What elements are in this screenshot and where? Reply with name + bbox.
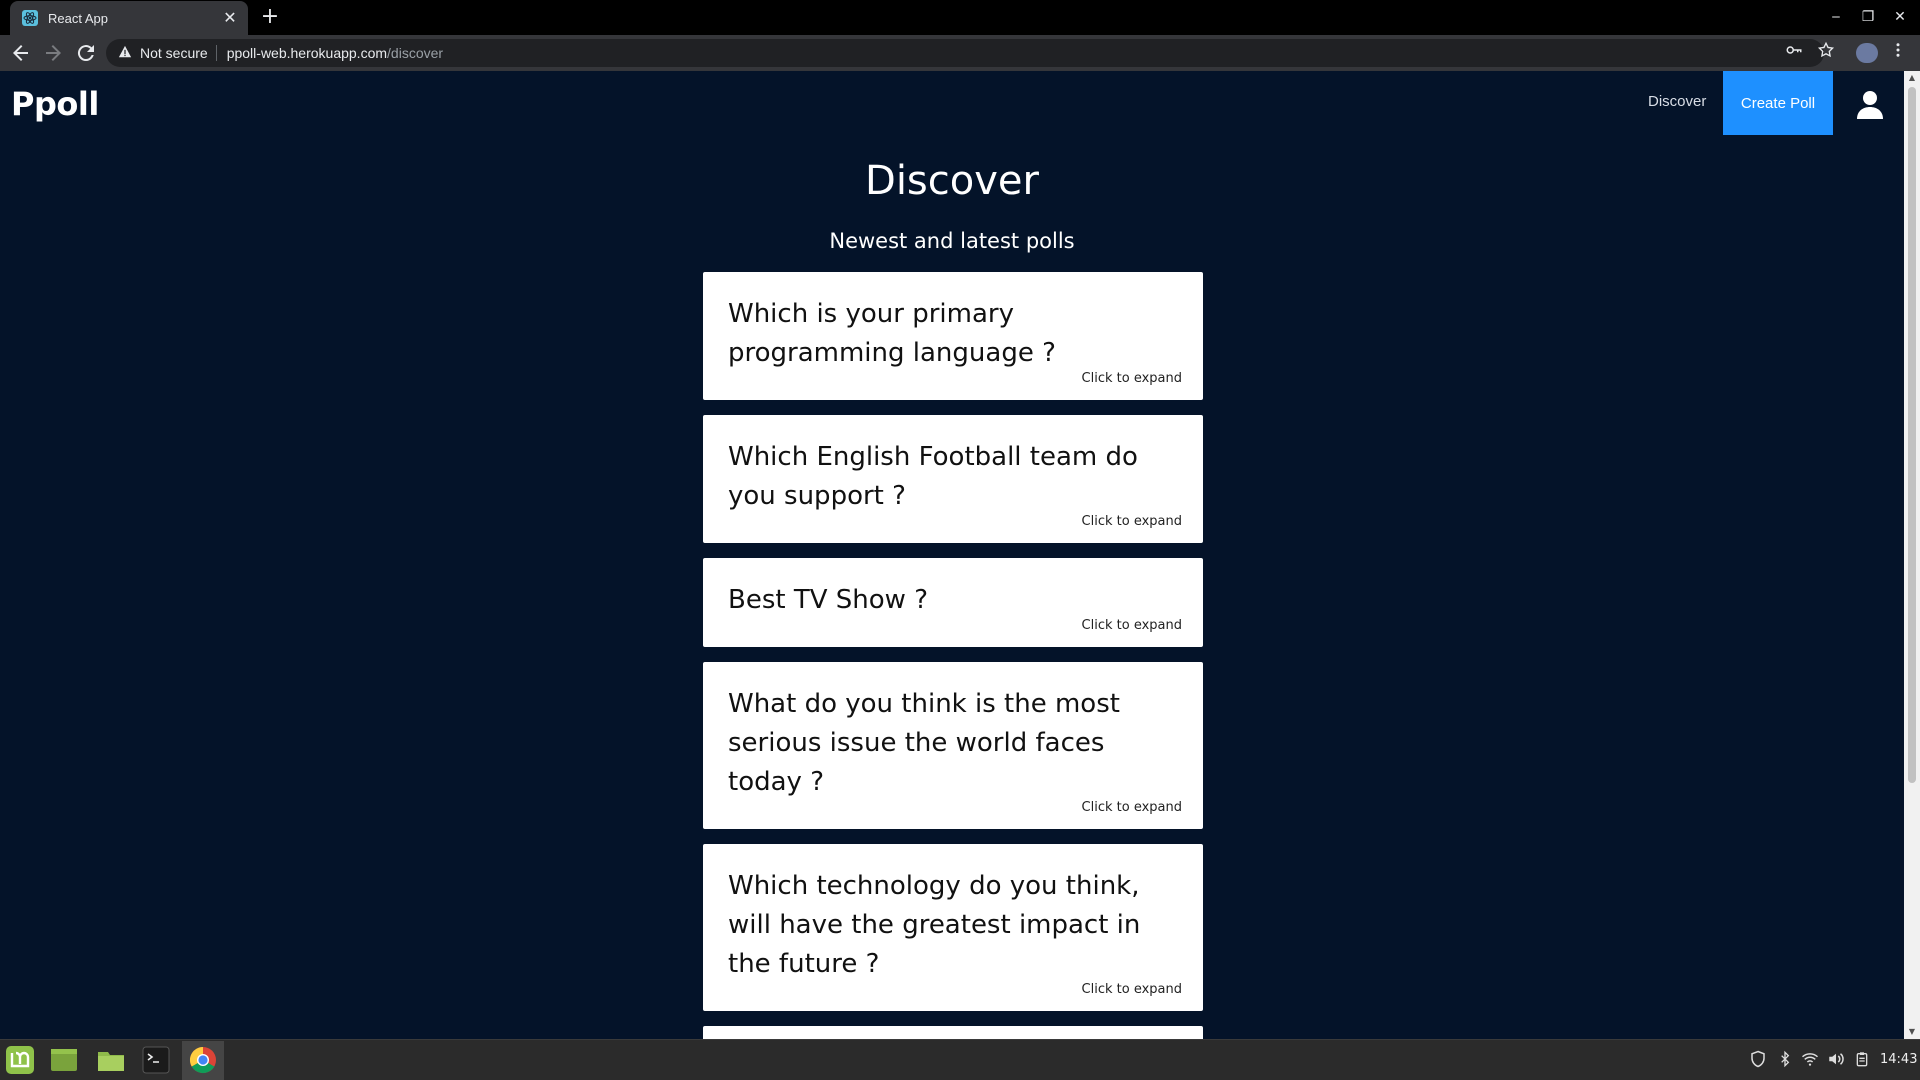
url-host: ppoll-web.herokuapp.com xyxy=(226,45,388,61)
window-restore-button[interactable]: ❐ xyxy=(1858,8,1878,26)
warning-icon xyxy=(118,45,132,62)
scroll-up-arrow-icon[interactable]: ▲ xyxy=(1904,71,1920,85)
file-manager-icon[interactable] xyxy=(96,1045,126,1075)
clipboard-icon[interactable] xyxy=(1852,1050,1872,1073)
page-scrollbar[interactable]: ▲ ▼ xyxy=(1904,71,1920,1039)
terminal-icon[interactable] xyxy=(141,1045,171,1075)
bluetooth-icon[interactable] xyxy=(1775,1050,1795,1073)
kebab-menu-icon[interactable] xyxy=(1886,41,1910,65)
window-minimize-button[interactable]: ‒ xyxy=(1826,8,1846,26)
os-taskbar: 14:43 xyxy=(0,1039,1920,1080)
page-subtitle: Newest and latest polls xyxy=(829,229,1075,253)
omnibox-divider xyxy=(215,45,217,61)
react-favicon-icon xyxy=(22,10,38,26)
chrome-icon[interactable] xyxy=(188,1045,218,1075)
show-desktop-icon[interactable] xyxy=(49,1045,79,1075)
window-close-button[interactable]: ✕ xyxy=(1890,8,1910,26)
star-icon[interactable] xyxy=(1814,41,1838,65)
nav-link-discover[interactable]: Discover xyxy=(1648,93,1706,110)
poll-question: Which English Football team do you suppo… xyxy=(728,442,1138,511)
browser-toolbar: Not secure ppoll-web.herokuapp.com/disco… xyxy=(0,35,1920,71)
address-bar[interactable]: Not secure ppoll-web.herokuapp.com/disco… xyxy=(106,39,1824,67)
poll-card-partial[interactable] xyxy=(703,1026,1203,1039)
security-label[interactable]: Not secure xyxy=(140,45,208,61)
poll-question: Best TV Show ? xyxy=(728,585,928,615)
browser-tab[interactable]: React App ✕ xyxy=(10,1,248,35)
scroll-down-arrow-icon[interactable]: ▼ xyxy=(1904,1025,1920,1039)
tab-close-icon[interactable]: ✕ xyxy=(222,10,238,26)
poll-card[interactable]: Which is your primary programming langua… xyxy=(703,272,1203,400)
create-poll-button[interactable]: Create Poll xyxy=(1723,71,1833,135)
browser-tab-strip: React App ✕ + ‒ ❐ ✕ xyxy=(0,0,1920,35)
web-page: Ppoll Discover Create Poll Discover Newe… xyxy=(0,71,1904,1039)
wifi-icon[interactable] xyxy=(1800,1050,1820,1073)
poll-card[interactable]: What do you think is the most serious is… xyxy=(703,662,1203,829)
poll-card[interactable]: Which English Football team do you suppo… xyxy=(703,415,1203,543)
page-title: Discover xyxy=(865,158,1039,204)
poll-question: Which is your primary programming langua… xyxy=(728,299,1056,368)
poll-expand-hint: Click to expand xyxy=(1081,982,1182,997)
poll-expand-hint: Click to expand xyxy=(1081,514,1182,529)
profile-avatar[interactable] xyxy=(1856,43,1878,63)
new-tab-button[interactable]: + xyxy=(258,6,282,30)
app-logo[interactable]: Ppoll xyxy=(11,85,99,123)
tab-title: React App xyxy=(48,10,108,26)
back-arrow-icon[interactable] xyxy=(9,41,33,65)
poll-question: What do you think is the most serious is… xyxy=(728,689,1120,797)
reload-icon[interactable] xyxy=(74,41,98,65)
url-path: /discover xyxy=(387,45,444,61)
screen: React App ✕ + ‒ ❐ ✕ Not secure ppoll-web… xyxy=(0,0,1920,1080)
poll-card[interactable]: Best TV Show ? Click to expand xyxy=(703,558,1203,647)
scrollbar-thumb[interactable] xyxy=(1908,87,1916,783)
poll-expand-hint: Click to expand xyxy=(1081,371,1182,386)
volume-icon[interactable] xyxy=(1826,1050,1846,1073)
poll-question: Which technology do you think, will have… xyxy=(728,871,1141,979)
user-icon[interactable] xyxy=(1855,89,1885,119)
poll-expand-hint: Click to expand xyxy=(1081,618,1182,633)
app-navbar: Ppoll Discover Create Poll xyxy=(0,71,1904,135)
taskbar-clock[interactable]: 14:43 xyxy=(1880,1052,1917,1067)
linux-mint-menu-icon[interactable] xyxy=(5,1045,35,1075)
poll-card[interactable]: Which technology do you think, will have… xyxy=(703,844,1203,1011)
shield-icon[interactable] xyxy=(1748,1050,1768,1073)
key-icon[interactable] xyxy=(1782,41,1806,65)
forward-arrow-icon[interactable] xyxy=(41,41,65,65)
poll-expand-hint: Click to expand xyxy=(1081,800,1182,815)
